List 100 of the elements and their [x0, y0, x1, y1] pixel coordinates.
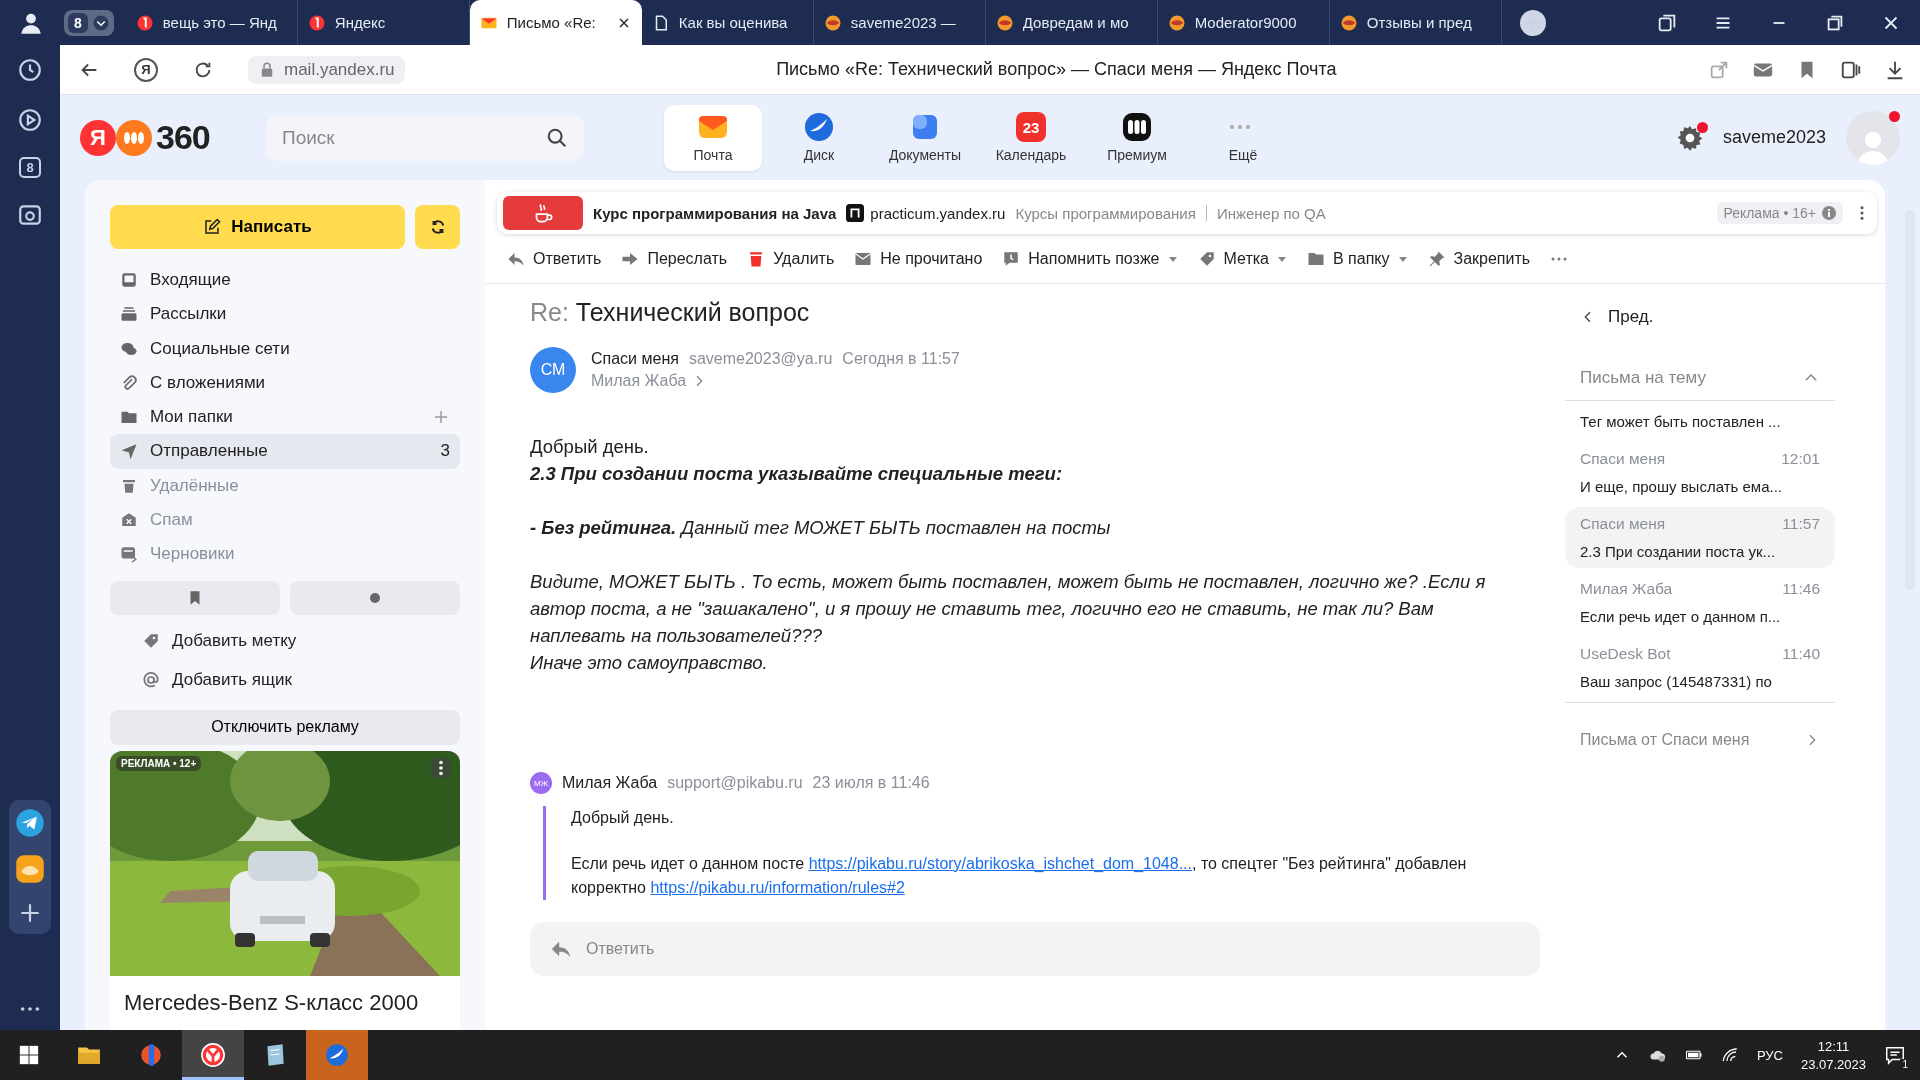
- inbox-icon: [120, 271, 138, 290]
- toolbar-button[interactable]: Метка: [1197, 249, 1287, 268]
- service-tab[interactable]: Документы: [876, 104, 974, 171]
- windows-icon[interactable]: [18, 1044, 40, 1066]
- refresh-button[interactable]: [415, 205, 460, 249]
- calendar-icon: 23: [1016, 112, 1046, 142]
- search-field[interactable]: Поиск: [266, 114, 584, 161]
- sender-link[interactable]: Письма от Спаси меня: [1580, 731, 1750, 749]
- ad-banner[interactable]: Курс программирования на Java practicum.yandex.ru Курсы программирования Инженер по QA Реклама • 16+: [497, 192, 1877, 234]
- paper-plane-icon: [120, 442, 138, 461]
- message-time: 12:01: [1781, 450, 1820, 468]
- previous-button[interactable]: Пред.: [1565, 306, 1835, 328]
- toolbar-button[interactable]: Закрепить: [1427, 249, 1531, 268]
- thread-item[interactable]: UseDesk Bot 11:40 Ваш запрос (145487331) по: [1565, 637, 1835, 698]
- paper-plane-icon[interactable]: [15, 808, 45, 838]
- folder-item[interactable]: Входящие: [110, 263, 460, 298]
- logo-mark[interactable]: Я: [80, 119, 116, 156]
- folder-item[interactable]: Социальные сети: [110, 331, 460, 366]
- service-tab[interactable]: Ещё: [1194, 104, 1292, 171]
- site-icon: [846, 204, 865, 222]
- tag-icon[interactable]: [142, 631, 160, 650]
- avatar[interactable]: МЖ: [530, 772, 552, 794]
- message-snippet: Если речь идет о данном п...: [1580, 608, 1782, 625]
- ad-site[interactable]: practicum.yandex.ru: [870, 204, 1006, 222]
- toolbar-button[interactable]: Напомнить позже: [1002, 249, 1178, 268]
- ad-title[interactable]: Курс программирования на Java: [593, 204, 837, 222]
- tab-counter[interactable]: 8: [64, 9, 114, 36]
- folder-label: Социальные сети: [150, 338, 291, 359]
- toolbar-button[interactable]: Удалить: [747, 249, 835, 268]
- app-icon[interactable]: [15, 854, 45, 884]
- at-icon[interactable]: [142, 671, 160, 690]
- notification-icon[interactable]: [1884, 1044, 1906, 1066]
- tab-count-badge[interactable]: 8: [19, 157, 41, 178]
- disk-icon: [804, 112, 834, 142]
- thread-item[interactable]: Спаси меня 11:57 2.3 При создании поста ук...: [1565, 507, 1835, 568]
- keyboard-language[interactable]: РУС: [1756, 1047, 1783, 1063]
- link[interactable]: https://pikabu.ru/information/rules#2: [650, 879, 905, 896]
- sidebar-link[interactable]: Добавить ящик: [172, 670, 292, 691]
- caret-icon[interactable]: [91, 13, 110, 32]
- thread-item[interactable]: Тег может быть поставлен ...: [1565, 405, 1835, 438]
- message-text: Добрый день.: [571, 808, 675, 828]
- disable-ads-button[interactable]: Отключить рекламу: [110, 709, 460, 745]
- address-field[interactable]: mail.yandex.ru: [248, 55, 405, 84]
- search-icon[interactable]: [546, 126, 568, 149]
- thread-item[interactable]: Милая Жаба 11:46 Если речь идет о данном п...: [1565, 572, 1835, 633]
- settings-icon[interactable]: [1676, 124, 1703, 151]
- section-title[interactable]: Письма на тему: [1580, 368, 1706, 388]
- toolbar-button[interactable]: Ответить: [507, 249, 602, 268]
- new-tab-icon[interactable]: [1519, 9, 1546, 36]
- sender-name: Спаси меня: [1580, 515, 1666, 533]
- folder-label: Отправленные: [150, 441, 269, 462]
- disk-icon: [324, 1042, 350, 1068]
- ad-link[interactable]: Курсы программирования: [1015, 204, 1196, 222]
- service-tab[interactable]: 23 Календарь: [982, 104, 1080, 171]
- dot-button[interactable]: [290, 581, 460, 616]
- camera-icon[interactable]: [17, 202, 43, 228]
- service-tab[interactable]: Почта: [664, 104, 762, 171]
- sender-name[interactable]: Милая Жаба: [562, 774, 658, 792]
- link[interactable]: https://pikabu.ru/story/abrikoska_ishchet_dom_1048...: [808, 855, 1192, 872]
- logo-icon: [1339, 13, 1358, 32]
- sender-name[interactable]: Спаси меня: [591, 350, 679, 368]
- more-icon[interactable]: [430, 757, 452, 779]
- app-icon: [138, 1042, 164, 1068]
- avatar[interactable]: СМ: [530, 347, 576, 393]
- clock-date[interactable]: 23.07.2023: [1800, 1056, 1866, 1072]
- logo-text[interactable]: 360: [156, 118, 210, 157]
- message-snippet: Тег может быть поставлен ...: [1580, 413, 1782, 430]
- sidebar-link[interactable]: Добавить метку: [172, 630, 297, 651]
- message-text: Если речь идет о данном посте https://pikabu.ru/story/abrikoska_ishchet_dom_1048..., то спецтег "Без рейтинга" добавлен корректно https://pikabu.ru/information/rules#2: [571, 854, 1468, 898]
- history-icon[interactable]: [17, 57, 43, 83]
- info-icon[interactable]: [1821, 205, 1837, 221]
- browser-tab[interactable]: Письмо «Re:: [469, 0, 642, 45]
- clock-time[interactable]: 12:11: [1817, 1038, 1850, 1054]
- folder-label: С вложениями: [150, 372, 267, 393]
- home-button[interactable]: Я: [134, 57, 158, 82]
- folder-item[interactable]: Отправленные 3: [110, 434, 460, 469]
- reply-field[interactable]: Ответить: [530, 922, 1540, 976]
- ad-title[interactable]: Mercedes-Benz S-класс 2000: [110, 976, 460, 1030]
- toolbar-button[interactable]: Переслать: [621, 249, 728, 268]
- folder-item[interactable]: Мои папки: [110, 400, 460, 435]
- service-tab[interactable]: Премиум: [1088, 104, 1186, 171]
- taskbar-app[interactable]: [182, 1030, 244, 1080]
- logo-icon[interactable]: [116, 119, 152, 156]
- compose-button[interactable]: Написать: [110, 205, 405, 249]
- play-icon[interactable]: [17, 107, 43, 133]
- username[interactable]: saveme2023: [1722, 127, 1826, 148]
- ad-link[interactable]: Инженер по QA: [1216, 204, 1326, 222]
- logo-icon: [823, 13, 842, 32]
- message-text: - Без рейтинга. Данный тег МОЖЕТ БЫТЬ поставлен на посты: [530, 516, 1112, 540]
- service-tab[interactable]: Диск: [770, 104, 868, 171]
- thread-item[interactable]: Спаси меня 12:01 И еще, прошу выслать ема...: [1565, 442, 1835, 503]
- wifi-icon[interactable]: [1720, 1046, 1739, 1064]
- spam-icon: [120, 511, 138, 529]
- folder-item[interactable]: С вложениями: [110, 365, 460, 401]
- ad-label: РЕКЛАМА • 12+: [116, 756, 202, 771]
- sender-name: UseDesk Bot: [1580, 645, 1671, 663]
- toolbar-button[interactable]: В папку: [1306, 249, 1408, 268]
- avatar[interactable]: [1846, 110, 1900, 165]
- folder-item[interactable]: Рассылки: [110, 297, 460, 332]
- toolbar-button[interactable]: Не прочитано: [854, 249, 983, 268]
